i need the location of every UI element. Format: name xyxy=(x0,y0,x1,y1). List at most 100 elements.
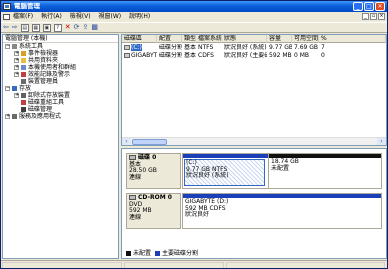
disk-name: 磁碟 0 xyxy=(138,154,157,161)
tree-node-label: 本機使用者和群組 xyxy=(28,64,77,71)
tree-expander-icon[interactable]: + xyxy=(14,65,19,70)
tree-node[interactable]: + 事件檢視器 xyxy=(3,50,118,57)
volume-name: (C:) xyxy=(131,44,142,51)
disk-name: CD-ROM 0 xyxy=(138,194,172,201)
delete-icon[interactable]: ✕ xyxy=(65,23,71,32)
volume-cell-layout: 磁碟分割 xyxy=(159,44,182,51)
tree-node-label: 共用資料夾 xyxy=(28,57,59,64)
help-icon[interactable]: ? xyxy=(53,23,62,32)
volume-cell-status: 狀況良好 (主要磁碟... xyxy=(224,52,267,59)
partition-block[interactable]: 18.74 GB 未配置 xyxy=(268,154,381,188)
tree-node[interactable]: 磁碟管理 xyxy=(3,106,118,113)
volume-cell-fs: CDFS xyxy=(198,52,214,59)
document-menu-icon[interactable] xyxy=(3,14,10,20)
column-header[interactable]: 類型 xyxy=(182,35,196,43)
partition-details: (C:) 9.77 GB NTFS 狀況良好 (系統) xyxy=(184,159,265,186)
column-header[interactable]: 容量 xyxy=(267,35,292,43)
close-button[interactable]: ✕ xyxy=(375,2,385,11)
back-arrow-icon[interactable]: ⇦ xyxy=(3,23,9,32)
column-header[interactable]: 可用空間 xyxy=(292,35,319,43)
volume-cell-fs: NTFS xyxy=(198,44,214,51)
partition-block[interactable]: GIGABYTE (D:) 592 MB CDFS 狀況良好 xyxy=(183,194,381,228)
scroll-right-arrow-icon[interactable]: › xyxy=(377,138,386,145)
menu-window[interactable]: 視窗(W) xyxy=(99,12,122,22)
partition-block[interactable]: (C:) 9.77 GB NTFS 狀況良好 (系統) xyxy=(183,154,268,188)
column-header[interactable]: 檔案系統 xyxy=(196,35,222,43)
volume-cell-capacity: 592 MB xyxy=(269,52,292,59)
tree-node-label: 磁碟管理 xyxy=(28,106,53,113)
tree-expander-icon[interactable]: + xyxy=(14,93,19,98)
partition-details: 18.74 GB 未配置 xyxy=(271,158,299,172)
volume-row[interactable]: (C:) 磁碟分割 基本 NTFS 狀況良好 (系統) 9.77 GB 7.69 GB 7 xyxy=(122,44,386,52)
partition-color-bar xyxy=(183,154,268,158)
tree-expander-icon[interactable]: − xyxy=(5,86,10,91)
maximize-button[interactable]: □ xyxy=(364,2,374,11)
tree-node[interactable]: + 服務及應用程式 xyxy=(3,113,118,120)
disk-row: CD-ROM 0 DVD 592 MB 連線 GIGABYTE (D:) 592 MB C… xyxy=(126,193,382,229)
up-folder-icon[interactable]: ▤ xyxy=(20,23,29,32)
tree-node-label: 存放 xyxy=(19,85,32,92)
tree-expander-icon[interactable]: + xyxy=(14,51,19,56)
export-icon[interactable]: ⇪ xyxy=(83,23,89,32)
volume-cell-layout: 磁碟分割 xyxy=(159,52,182,59)
minimize-button[interactable]: _ xyxy=(353,2,363,11)
tree-node-label: 效能記錄及警示 xyxy=(28,71,71,78)
legend-primary: 主要磁碟分割 xyxy=(162,250,199,257)
status-bar xyxy=(1,260,387,268)
title-bar[interactable]: 電腦管理 _ □ ✕ xyxy=(1,1,387,12)
partition-line3: 狀況良好 (系統) xyxy=(186,172,229,179)
folder-icon xyxy=(21,58,26,63)
tree-expander-icon[interactable]: + xyxy=(5,114,10,119)
column-header[interactable]: 狀態 xyxy=(222,35,267,43)
settings-icon[interactable]: ▩ xyxy=(91,23,98,32)
tree-expander-icon[interactable]: − xyxy=(5,44,10,49)
tree-node[interactable]: + 效能記錄及警示 xyxy=(3,71,118,78)
partition-strip: GIGABYTE (D:) 592 MB CDFS 狀況良好 xyxy=(182,193,382,229)
tree-node[interactable]: + 卸除式存放裝置 xyxy=(3,92,118,99)
tree-node[interactable]: 磁碟重組工具 xyxy=(3,99,118,106)
tree-expander-icon[interactable]: + xyxy=(14,58,19,63)
tree-expander-icon[interactable]: + xyxy=(14,72,19,77)
child-close-button[interactable]: × xyxy=(378,13,385,20)
column-header[interactable]: 磁碟區 xyxy=(122,35,157,43)
tree-node-label: 事件檢視器 xyxy=(28,50,59,57)
column-header[interactable]: 配置 xyxy=(157,35,182,43)
refresh-icon[interactable]: ⟳ xyxy=(74,23,80,32)
services-icon xyxy=(12,114,17,119)
storage-icon xyxy=(12,86,17,91)
volume-row[interactable]: GIGABYTE (D:)磁碟分割基本CDFS 狀況良好 (主要磁碟...592 … xyxy=(122,52,386,60)
disk-icon xyxy=(21,107,26,112)
horizontal-scrollbar[interactable]: ‹ › xyxy=(122,137,386,145)
hard-disk-icon xyxy=(129,155,136,160)
disk-info[interactable]: CD-ROM 0 DVD 592 MB 連線 xyxy=(126,193,181,229)
tree-node[interactable]: − 系統工具 xyxy=(3,43,118,50)
forward-arrow-icon[interactable]: ⇨ xyxy=(12,23,18,32)
child-restore-button[interactable]: ▫ xyxy=(370,13,377,20)
volume-cell-status: 狀況良好 (系統) xyxy=(224,44,267,51)
tree-node[interactable]: + 本機使用者和群組 xyxy=(3,64,118,71)
drive-icon xyxy=(124,45,130,50)
volume-list: 磁碟區 配置 類型 檔案系統 狀態 容量 可用空間% (C:) 磁碟分割 基本 NTFS 狀況良好 … xyxy=(121,34,387,146)
tree-root[interactable]: 電腦管理 (本機) xyxy=(3,35,118,43)
disk-info[interactable]: 磁碟 0 基本 28.50 GB 連線 xyxy=(126,153,181,189)
device-icon xyxy=(21,79,26,84)
menu-action[interactable]: 執行(A) xyxy=(41,12,62,22)
properties-icon[interactable]: ▣ xyxy=(42,23,51,32)
menu-help[interactable]: 說明(H) xyxy=(129,12,150,22)
show-tree-icon[interactable]: ▦ xyxy=(31,23,40,32)
tree-node[interactable]: − 存放 xyxy=(3,85,118,92)
column-header[interactable]: % xyxy=(319,35,386,43)
tree-node[interactable]: + 共用資料夾 xyxy=(3,57,118,64)
child-minimize-button[interactable]: _ xyxy=(362,13,369,20)
cd-rom-icon xyxy=(129,195,136,200)
menu-view[interactable]: 檢視(V) xyxy=(70,12,91,22)
scroll-thumb[interactable] xyxy=(132,139,167,145)
menu-file[interactable]: 檔案(F) xyxy=(13,12,33,22)
drive-icon xyxy=(124,53,130,58)
scroll-left-arrow-icon[interactable]: ‹ xyxy=(122,138,131,145)
tree-node[interactable]: 裝置管理員 xyxy=(3,78,118,85)
disk-graphical-view: 磁碟 0 基本 28.50 GB 連線 (C:) 9.77 GB NTFS 狀況良好 (系統… xyxy=(121,148,387,259)
partition-line3: 未配置 xyxy=(271,164,290,172)
disk-row: 磁碟 0 基本 28.50 GB 連線 (C:) 9.77 GB NTFS 狀況良好 (系統… xyxy=(126,153,382,189)
volume-cell-free: 7.69 GB xyxy=(294,44,319,51)
